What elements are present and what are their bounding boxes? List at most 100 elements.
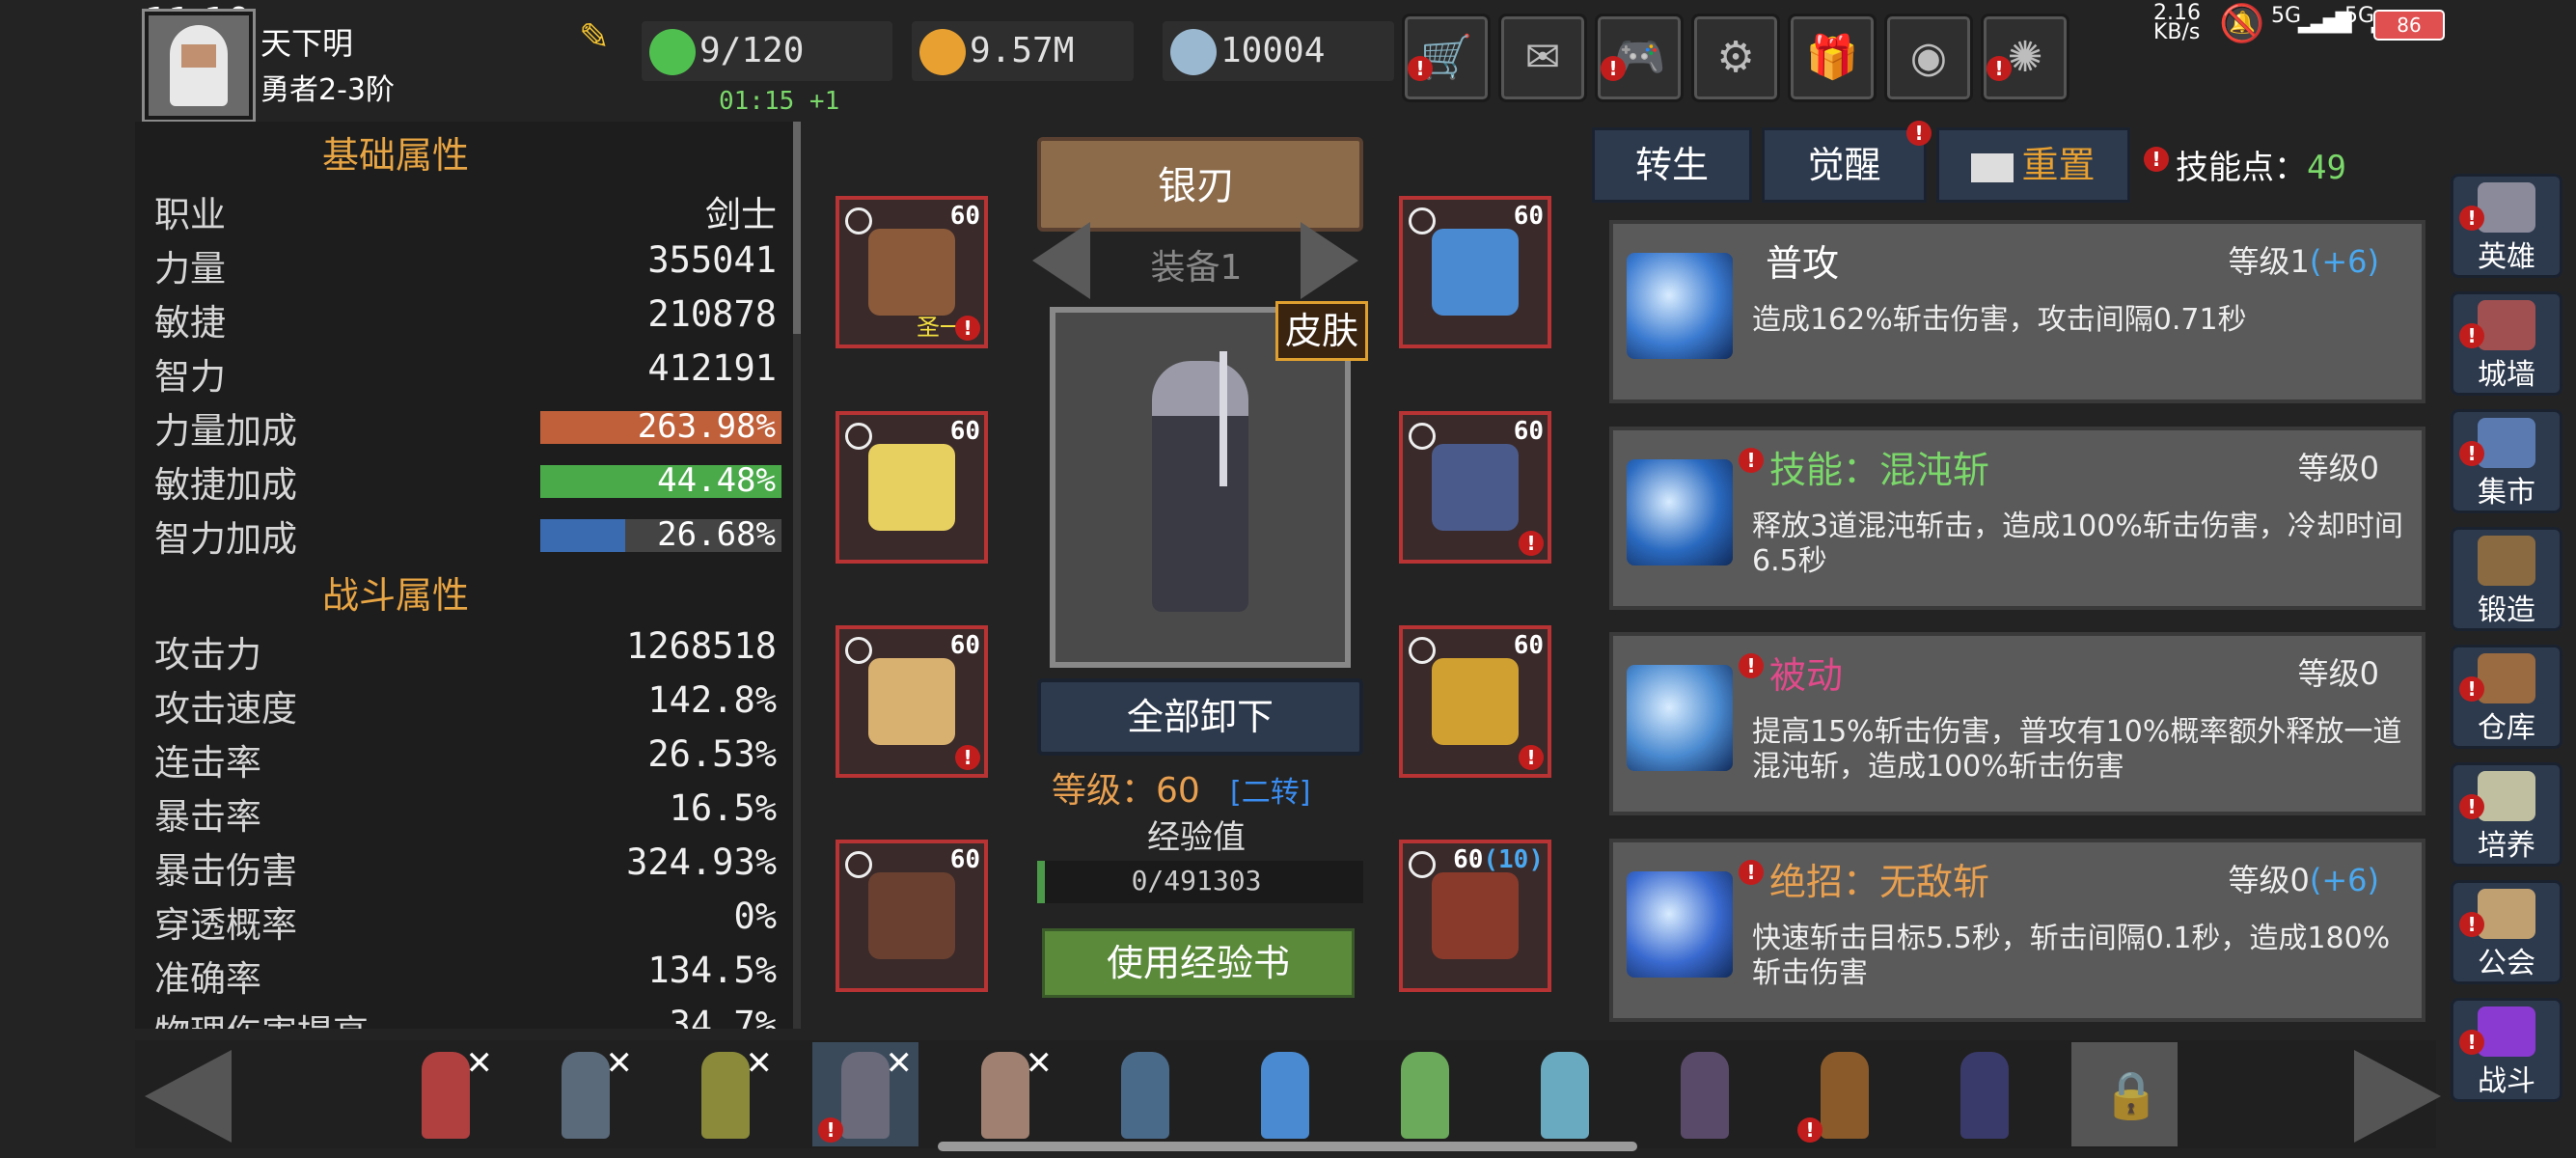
boots-slot[interactable]: 60 [836, 840, 988, 992]
skill-card[interactable]: ! 绝招：无敌斩 等级0(+6) 快速斩击目标5.5秒，斩击间隔0.1秒，造成180%… [1609, 839, 2425, 1022]
ring-slot[interactable]: 60! [1399, 625, 1551, 778]
warn-icon: ! [955, 745, 980, 770]
mail-icon[interactable]: ✉ [1498, 14, 1587, 102]
basic-attr-row: 智力 412191 [154, 347, 777, 401]
hero-druid[interactable] [1372, 1042, 1478, 1146]
tab-skill-1[interactable]: 觉醒! [1762, 121, 1932, 203]
tab-skill-2[interactable]: 重置 [1936, 127, 2130, 203]
hero-red-mage[interactable]: ✕ [393, 1042, 499, 1146]
hero-dark-warrior[interactable]: ✕ [533, 1042, 639, 1146]
unassign-x-icon[interactable]: ✕ [886, 1044, 914, 1083]
warn-icon: ! [1739, 653, 1764, 678]
skill-level: 等级0 [2298, 444, 2379, 488]
trophy-cup-icon [2478, 771, 2535, 821]
battle-portal-icon [2478, 1006, 2535, 1057]
tab-skill-0[interactable]: 转生 [1592, 127, 1752, 203]
edit-icon[interactable]: ✎ [579, 17, 617, 56]
hero-ice-mage[interactable] [1232, 1042, 1338, 1146]
side-menu-label: 锻造 [2478, 593, 2535, 627]
energy-timer: 01:15 +1 [719, 87, 840, 116]
side-menu-7[interactable]: 战斗! [2451, 998, 2562, 1102]
skill-description: 提高15%斩击伤害，普攻有10%概率额外释放一道混沌斩，造成100%斩击伤害 [1752, 715, 2402, 784]
necklace-slot[interactable]: 60 [1399, 196, 1551, 348]
side-menu-4[interactable]: 仓库! [2451, 645, 2562, 749]
attribute-panel[interactable]: 基础属性 战斗属性 职业 剑士 力量 355041 敏捷 210878 智力 412191 力量… [135, 122, 796, 1029]
skill-card[interactable]: ! 被动 等级0 提高15%斩击伤害，普攻有10%概率额外释放一道混沌斩，造成100%… [1609, 632, 2425, 815]
equipment-set-label: 装备1 [1150, 248, 1243, 288]
tab-label: 觉醒 [1807, 144, 1881, 186]
unequip-all-button[interactable]: 全部卸下 [1037, 678, 1363, 756]
hero-shadow-knight[interactable] [1932, 1042, 2038, 1146]
bonus-bar: 263.98% [540, 407, 781, 446]
side-menu-label: 战斗 [2478, 1064, 2535, 1098]
attr-value: 1268518 [626, 625, 777, 667]
slot-level-value: 60 [949, 631, 980, 660]
battery-indicator: 86 [2373, 10, 2445, 41]
skill-name: 被动 [1769, 654, 1844, 697]
warn-icon: ! [2459, 794, 2484, 819]
tab-label: 重置 [2021, 144, 2096, 186]
gloves-slot[interactable]: 60! [1399, 411, 1551, 564]
pants-slot[interactable]: 60! [836, 625, 988, 778]
attr-label: 穿透概率 [154, 904, 297, 946]
hero-archer[interactable]: ✕ [672, 1042, 779, 1146]
side-menu-0[interactable]: 英雄! [2451, 174, 2562, 278]
bonus-bar: 44.48% [540, 461, 781, 500]
unassign-x-icon[interactable]: ✕ [606, 1044, 634, 1083]
skill-card[interactable]: 普攻 等级1(+6) 造成162%斩击伤害，攻击间隔0.71秒 [1609, 220, 2425, 403]
hero-valkyrie[interactable]: ✕ [952, 1042, 1058, 1146]
hero-next-arrow-icon[interactable] [2354, 1050, 2441, 1143]
basic-attr-row: 力量 355041 [154, 239, 777, 293]
unassign-x-icon[interactable]: ✕ [746, 1044, 774, 1083]
prev-set-arrow-icon[interactable] [1032, 222, 1090, 299]
combat-attr-row: 准确率 134.5% [154, 950, 777, 1004]
use-exp-book-button[interactable]: 使用经验书 [1042, 928, 1355, 998]
helmet-icon [868, 229, 955, 316]
side-menu-6[interactable]: 公会! [2451, 880, 2562, 984]
player-rank: 勇者2-3阶 [260, 73, 395, 107]
cape-slot[interactable]: 60 [836, 411, 988, 564]
next-set-arrow-icon[interactable] [1301, 222, 1358, 299]
color-wheel-icon[interactable]: ◉ [1884, 14, 1973, 102]
hero-locked[interactable]: 🔒 [2071, 1042, 2178, 1146]
gift-icon[interactable]: 🎁 [1788, 14, 1877, 102]
skin-button[interactable]: 皮肤 [1275, 301, 1368, 361]
player-name: 天下明 [260, 25, 354, 62]
unassign-x-icon[interactable]: ✕ [466, 1044, 494, 1083]
side-menu-1[interactable]: 城墙! [2451, 291, 2562, 396]
slot-level: 60(10) [1453, 845, 1544, 874]
skill-description: 造成162%斩击伤害，攻击间隔0.71秒 [1752, 303, 2247, 337]
unassign-x-icon[interactable]: ✕ [1026, 1044, 1054, 1083]
hero-figure [1541, 1052, 1589, 1139]
skill-points-label: 技能点： [2176, 149, 2307, 187]
hero-prev-arrow-icon[interactable] [145, 1050, 232, 1143]
attr-value: 26.53% [647, 733, 777, 775]
hero-frost-spirit[interactable] [1512, 1042, 1618, 1146]
skill-card[interactable]: ! 技能：混沌斩 等级0 释放3道混沌斩击，造成100%斩击伤害，冷却时间6.5秒 [1609, 427, 2425, 610]
slot-level-value: 60 [1513, 631, 1544, 660]
hero-mantis[interactable]: ! [1792, 1042, 1898, 1146]
skill-icon [1627, 253, 1733, 359]
hero-necromancer[interactable] [1652, 1042, 1758, 1146]
sword-slot[interactable]: 60(10) [1399, 840, 1551, 992]
warn-icon: ! [2459, 676, 2484, 702]
hero-figure [1121, 1052, 1169, 1139]
attribute-scrollbar-thumb[interactable] [793, 122, 801, 334]
hero-gunner[interactable] [1092, 1042, 1198, 1146]
side-menu-label: 城墙 [2478, 358, 2535, 392]
skill-level: 等级1(+6) [2228, 237, 2379, 282]
attr-value: 16.5% [669, 787, 777, 829]
helmet-slot[interactable]: 60 圣一! [836, 196, 988, 348]
side-menu-5[interactable]: 培养! [2451, 762, 2562, 867]
side-menu-2[interactable]: 集市! [2451, 409, 2562, 513]
warn-icon: ! [1906, 121, 1932, 146]
slot-level-value: 60 [1453, 845, 1484, 874]
attr-value: 210878 [647, 293, 777, 335]
slot-level: 60 [950, 845, 980, 874]
player-avatar[interactable] [145, 12, 253, 120]
signal-label-1: 5G [2271, 4, 2302, 28]
side-menu-3[interactable]: 锻造 [2451, 527, 2562, 631]
skill-level-value: 等级0 [2297, 450, 2379, 486]
hero-swordsman[interactable]: ✕! [812, 1042, 918, 1146]
settings-gear-icon[interactable]: ⚙ [1691, 14, 1780, 102]
